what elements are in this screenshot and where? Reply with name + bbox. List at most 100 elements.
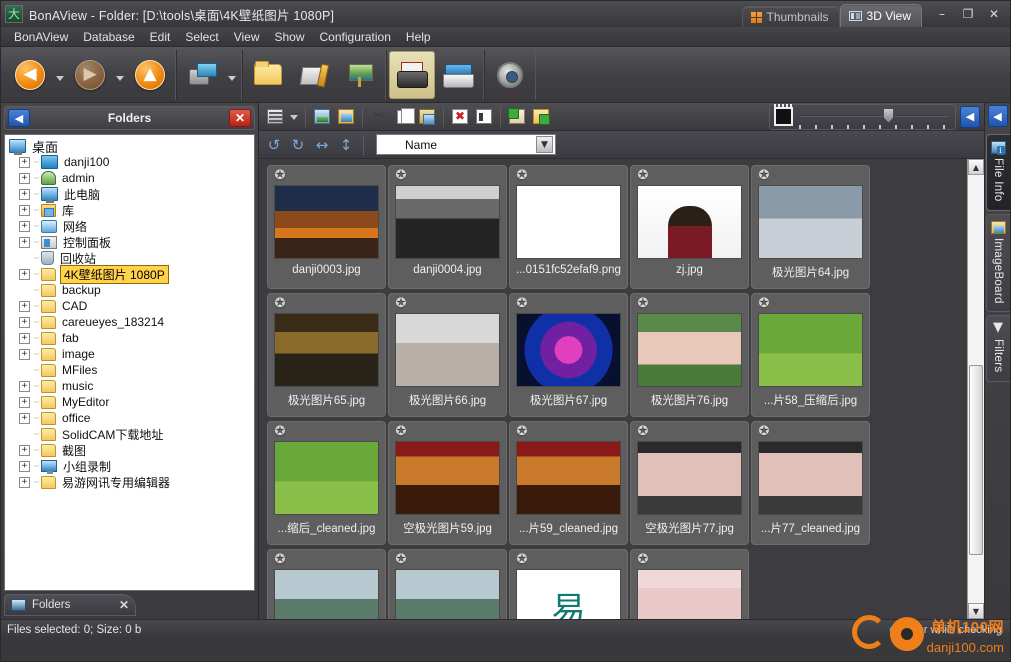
pin-star-icon[interactable]: ✪ — [393, 552, 409, 569]
thumbnail-cell[interactable]: ✪ 极光图片67.jpg — [509, 293, 628, 417]
thumbnail-cell[interactable]: ✪ ...片77_cleaned.jpg — [751, 421, 870, 545]
pin-star-icon[interactable]: ✪ — [756, 168, 772, 185]
tab-thumbnails[interactable]: Thumbnails — [741, 6, 840, 27]
pin-star-icon[interactable]: ✪ — [393, 296, 409, 313]
expand-icon[interactable]: + — [19, 332, 30, 344]
expand-icon[interactable]: + — [19, 220, 30, 232]
tab-file-info[interactable]: File Info — [985, 134, 1010, 211]
tree-item-17[interactable]: + ┈ office — [7, 410, 252, 426]
tree-item-5[interactable]: + ┈ 网络 — [7, 218, 252, 234]
thumbnail-image[interactable] — [274, 313, 379, 387]
menu-select[interactable]: Select — [178, 28, 225, 46]
thumbnail-image[interactable] — [395, 569, 500, 619]
menu-configuration[interactable]: Configuration — [313, 28, 398, 46]
tree-item-19[interactable]: + ┈ 截图 — [7, 442, 252, 458]
tree-item-12[interactable]: + ┈ fab — [7, 330, 252, 346]
thumbnail-cell[interactable]: ✪ 极光图片66.jpg — [388, 293, 507, 417]
scroll-thumb[interactable] — [969, 365, 983, 555]
pin-star-icon[interactable]: ✪ — [393, 424, 409, 441]
minimize-button[interactable]: – — [930, 5, 954, 23]
expand-icon[interactable]: + — [19, 268, 30, 280]
thumbnail-cell[interactable]: ✪ — [630, 549, 749, 619]
tree-item-16[interactable]: + ┈ MyEditor — [7, 394, 252, 410]
tab-3d-view[interactable]: 3D View — [839, 4, 922, 27]
open-folder-button[interactable] — [245, 51, 291, 99]
thumbnail-image[interactable] — [274, 441, 379, 515]
pin-star-icon[interactable]: ✪ — [272, 552, 288, 569]
tree-item-13[interactable]: + ┈ image — [7, 346, 252, 362]
pin-star-icon[interactable]: ✪ — [635, 424, 651, 441]
settings-button[interactable] — [487, 51, 533, 99]
expand-icon[interactable]: + — [19, 316, 30, 328]
view-mode-button[interactable] — [263, 106, 287, 128]
pin-star-icon[interactable]: ✪ — [514, 168, 530, 185]
thumbnail-cell[interactable]: ✪ 空极光图片59.jpg — [388, 421, 507, 545]
menu-bonaview[interactable]: BonAView — [7, 28, 75, 46]
expand-icon[interactable]: + — [19, 172, 30, 184]
expand-icon[interactable]: + — [19, 348, 30, 360]
paste-image-button[interactable] — [334, 106, 358, 128]
expand-icon[interactable]: + — [19, 300, 30, 312]
thumbnail-image[interactable] — [274, 569, 379, 619]
flip-vertical-icon[interactable]: ↕ — [335, 134, 357, 156]
add-folder-button[interactable] — [529, 106, 553, 128]
paste-button[interactable] — [415, 106, 439, 128]
thumbnail-image[interactable] — [637, 313, 742, 387]
back-dropdown[interactable] — [53, 51, 67, 99]
tree-item-6[interactable]: + ┈ 控制面板 — [7, 234, 252, 250]
tree-item-10[interactable]: + ┈ CAD — [7, 298, 252, 314]
thumbnail-image[interactable] — [395, 313, 500, 387]
collapse-left-icon[interactable]: ◀ — [8, 109, 30, 127]
pin-star-icon[interactable]: ✪ — [756, 424, 772, 441]
slider-knob[interactable] — [883, 107, 894, 123]
expand-icon[interactable]: + — [19, 444, 30, 456]
thumbnail-cell[interactable]: ✪ danji0003.jpg — [267, 165, 386, 289]
expand-icon[interactable]: + — [19, 236, 30, 248]
tree-item-15[interactable]: + ┈ music — [7, 378, 252, 394]
expand-icon[interactable]: + — [19, 396, 30, 408]
thumbnail-grid[interactable]: ✪ danji0003.jpg ✪ danji0004.jpg ✪ ...0151fc52… — [259, 159, 967, 619]
thumbnail-cell[interactable]: ✪ 极光图片65.jpg — [267, 293, 386, 417]
back-button[interactable]: ◀ — [7, 51, 53, 99]
thumbnail-size-slider[interactable] — [799, 107, 949, 129]
thumbnail-cell[interactable]: ✪ 极光图片76.jpg — [630, 293, 749, 417]
tree-item-21[interactable]: + ┈ 易游网讯专用编辑器 — [7, 474, 252, 490]
pin-star-icon[interactable]: ✪ — [756, 296, 772, 313]
scroll-down-button[interactable]: ▼ — [968, 603, 984, 619]
pin-star-icon[interactable]: ✪ — [514, 296, 530, 313]
thumbnail-cell[interactable]: ✪ zj.jpg — [630, 165, 749, 289]
expand-icon[interactable]: + — [19, 476, 30, 488]
tree-item-1[interactable]: + ┈ danji100 — [7, 154, 252, 170]
expand-icon[interactable]: + — [19, 460, 30, 472]
scanner-button[interactable] — [435, 51, 481, 99]
thumbnail-image[interactable] — [516, 185, 621, 259]
menu-database[interactable]: Database — [76, 28, 141, 46]
pin-star-icon[interactable]: ✪ — [635, 168, 651, 185]
expand-icon[interactable]: + — [19, 204, 30, 216]
edit-image-button[interactable] — [291, 51, 337, 99]
tab-imageboard[interactable]: ImageBoard — [985, 213, 1010, 313]
view-mode-dropdown[interactable] — [287, 106, 301, 128]
tree-item-4[interactable]: + ┈ 库 — [7, 202, 252, 218]
menu-help[interactable]: Help — [399, 28, 438, 46]
rotate-right-icon[interactable]: ↻ — [287, 134, 309, 156]
close-icon[interactable]: ✕ — [119, 598, 129, 612]
collapse-right-icon[interactable]: ◀ — [960, 105, 980, 128]
thumbnail-image[interactable] — [637, 569, 742, 619]
chevron-down-icon[interactable]: ▼ — [536, 136, 553, 153]
expand-icon[interactable]: + — [19, 188, 30, 200]
add-image-button[interactable] — [505, 106, 529, 128]
tree-item-14[interactable]: ┈ MFiles — [7, 362, 252, 378]
thumbnail-cell[interactable]: ✪ ...0151fc52efaf9.png — [509, 165, 628, 289]
maximize-button[interactable]: ❐ — [956, 5, 980, 23]
tree-item-2[interactable]: + ┈ admin — [7, 170, 252, 186]
folder-tree[interactable]: 桌面 + ┈ danji100 + ┈ admin + ┈ 此电脑 + ┈ 库 + ┈ 网络 + ┈ 控制面板 ┈ 回收… — [4, 134, 255, 591]
pin-star-icon[interactable]: ✪ — [272, 168, 288, 185]
up-button[interactable]: ▲ — [127, 51, 173, 99]
sort-select[interactable]: Name ▼ — [376, 134, 556, 155]
expand-icon[interactable]: + — [19, 380, 30, 392]
thumbnail-cell[interactable]: ✪ — [267, 549, 386, 619]
pin-star-icon[interactable]: ✪ — [514, 424, 530, 441]
thumbnail-cell[interactable]: ✪ ...片59_cleaned.jpg — [509, 421, 628, 545]
pin-star-icon[interactable]: ✪ — [514, 552, 530, 569]
